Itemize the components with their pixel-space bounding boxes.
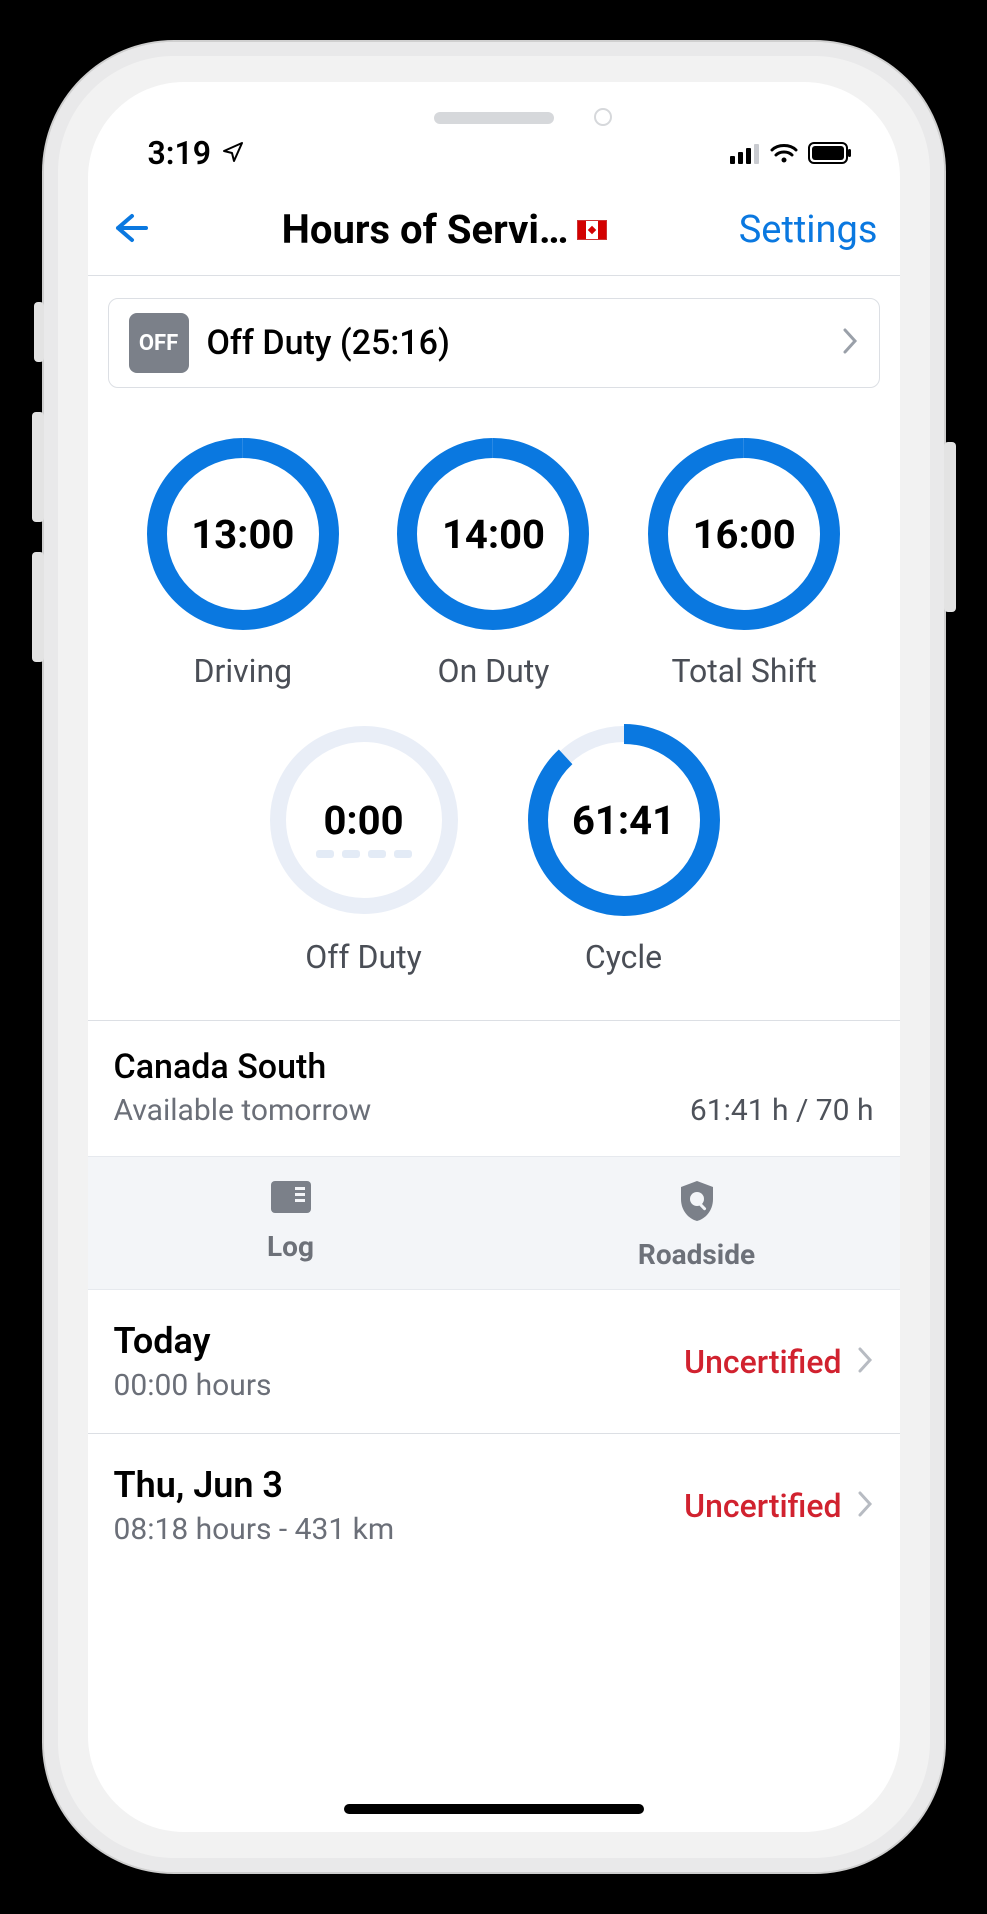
cellular-icon [730, 134, 760, 172]
screen: 3:19 [88, 82, 900, 1832]
tab-log[interactable]: Log [88, 1157, 494, 1289]
dial-total-shift-label: Total Shift [671, 652, 816, 690]
log-title: Thu, Jun 3 [114, 1464, 395, 1506]
dial-driving[interactable]: 13:00 Driving [143, 434, 343, 690]
front-camera [594, 108, 612, 126]
region-row[interactable]: Canada South Available tomorrow 61:41 h … [88, 1021, 900, 1156]
dial-total-shift[interactable]: 16:00 Total Shift [644, 434, 844, 690]
canada-flag-icon [577, 220, 607, 240]
log-item-today[interactable]: Today 00:00 hours Uncertified [88, 1290, 900, 1434]
region-subtitle: Available tomorrow [114, 1093, 372, 1128]
duty-status-badge: OFF [129, 313, 189, 373]
dial-off-duty-label: Off Duty [305, 938, 421, 976]
log-status: Uncertified [684, 1343, 841, 1381]
phone-frame: 3:19 [44, 42, 944, 1872]
chevron-right-icon [841, 326, 859, 360]
log-item-jun-3[interactable]: Thu, Jun 3 08:18 hours - 431 km Uncertif… [88, 1434, 900, 1577]
nav-header: Hours of Servi… Settings [88, 182, 900, 276]
region-ratio: 61:41 h / 70 h [690, 1093, 874, 1128]
log-subtitle: 00:00 hours [114, 1368, 272, 1403]
page-title: Hours of Servi… [150, 206, 739, 253]
hos-dials: 13:00 Driving 14:00 On Duty [88, 410, 900, 1021]
home-indicator[interactable] [344, 1804, 644, 1814]
tab-roadside-label: Roadside [638, 1238, 755, 1271]
off-duty-segments [316, 850, 412, 858]
tab-strip: Log Roadside [88, 1156, 900, 1290]
log-status: Uncertified [684, 1487, 841, 1525]
speaker-grille [434, 112, 554, 124]
dial-cycle-label: Cycle [585, 938, 662, 976]
dial-on-duty-label: On Duty [438, 652, 550, 690]
chevron-right-icon [856, 1345, 874, 1379]
status-bar: 3:19 [88, 82, 900, 182]
battery-icon [808, 134, 852, 172]
dial-cycle[interactable]: 61:41 Cycle [524, 720, 724, 976]
volume-up-button [32, 412, 44, 522]
duty-status-label: Off Duty (25:16) [207, 323, 823, 363]
log-subtitle: 08:18 hours - 431 km [114, 1512, 395, 1547]
wifi-icon [770, 134, 798, 172]
back-button[interactable] [110, 208, 150, 252]
region-name: Canada South [114, 1047, 372, 1087]
dial-on-duty[interactable]: 14:00 On Duty [393, 434, 593, 690]
mute-switch [34, 302, 44, 362]
duty-status-card[interactable]: OFF Off Duty (25:16) [108, 298, 880, 388]
shield-icon [677, 1179, 717, 1230]
tab-log-label: Log [267, 1230, 314, 1263]
power-button [944, 442, 956, 612]
page-title-text: Hours of Servi… [282, 206, 569, 253]
settings-button[interactable]: Settings [739, 208, 878, 252]
tab-roadside[interactable]: Roadside [494, 1157, 900, 1289]
log-icon [269, 1179, 313, 1222]
dial-driving-label: Driving [194, 652, 293, 690]
log-title: Today [114, 1320, 272, 1362]
location-icon [221, 134, 245, 172]
chevron-right-icon [856, 1489, 874, 1523]
status-time: 3:19 [148, 134, 212, 172]
dial-off-duty[interactable]: 0:00 Off Duty [264, 720, 464, 976]
volume-down-button [32, 552, 44, 662]
